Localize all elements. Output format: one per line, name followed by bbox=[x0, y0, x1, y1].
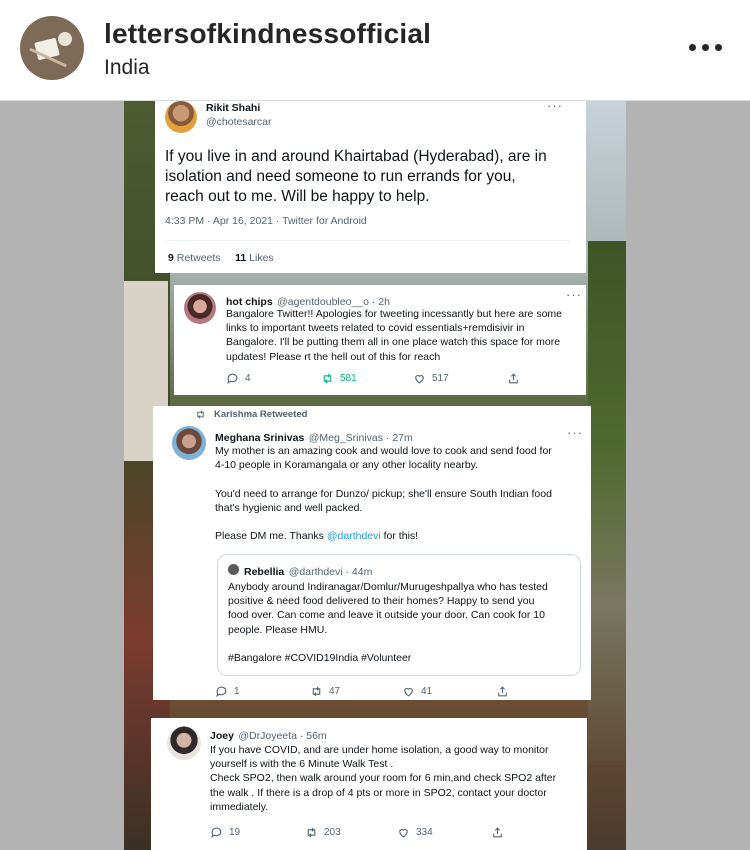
retweet-count[interactable]: 9 bbox=[168, 252, 174, 264]
reply-icon bbox=[227, 373, 238, 385]
like-icon bbox=[399, 829, 408, 838]
more-options-icon[interactable]: ··· bbox=[566, 287, 582, 302]
background-tree bbox=[588, 241, 626, 761]
tweet-card[interactable]: Rikit Shahi @chotesarcar ··· If you live… bbox=[155, 98, 586, 273]
tweet-text: Bangalore Twitter!! Apologies for tweeti… bbox=[226, 308, 562, 363]
avatar[interactable] bbox=[172, 426, 206, 460]
tweet-author-handle[interactable]: @DrJoyeeta · 56m bbox=[238, 730, 326, 742]
avatar[interactable] bbox=[165, 101, 197, 133]
more-options-icon[interactable]: ··· bbox=[567, 425, 583, 440]
reply-button[interactable]: 4 bbox=[226, 372, 321, 385]
retweet-button[interactable]: 203 bbox=[305, 826, 397, 839]
retweet-indicator: Karishma Retweeted bbox=[195, 409, 307, 420]
retweet-icon bbox=[323, 373, 332, 384]
tweet-actions: 19 203 334 bbox=[210, 826, 530, 839]
tweet-timestamp[interactable]: 4:33 PM · Apr 16, 2021 · Twitter for And… bbox=[165, 215, 367, 227]
like-count: 517 bbox=[432, 373, 449, 384]
tweet-author-name[interactable]: Meghana Srinivas bbox=[215, 432, 304, 444]
tweet-author-handle[interactable]: @chotesarcar bbox=[206, 116, 272, 128]
like-button[interactable]: 41 bbox=[402, 685, 496, 698]
quoted-tweet-header: Rebellia @darthdevi · 44m bbox=[244, 562, 372, 580]
reply-icon bbox=[216, 686, 227, 698]
reply-button[interactable]: 19 bbox=[210, 826, 305, 839]
quoted-author-name[interactable]: Rebellia bbox=[244, 566, 284, 578]
retweet-icon bbox=[197, 410, 204, 419]
divider bbox=[165, 240, 570, 241]
reply-count: 19 bbox=[229, 827, 241, 838]
mention-link[interactable]: @darthdevi bbox=[327, 530, 381, 542]
tweet-actions: 4 581 517 bbox=[226, 372, 546, 385]
like-button[interactable]: 517 bbox=[413, 372, 507, 385]
avatar[interactable] bbox=[228, 564, 239, 575]
retweeted-by[interactable]: Karishma Retweeted bbox=[214, 409, 307, 420]
quoted-tweet[interactable]: Rebellia @darthdevi · 44m Anybody around… bbox=[217, 554, 581, 676]
more-options-icon[interactable]: ··· bbox=[547, 98, 563, 113]
tweet-card[interactable]: hot chips @agentdoubleo__o · 2h ··· Bang… bbox=[174, 285, 586, 395]
tweet-author-name[interactable]: Rikit Shahi bbox=[206, 102, 260, 114]
share-button[interactable] bbox=[491, 826, 504, 839]
like-icon bbox=[404, 688, 413, 697]
tweet-card[interactable]: Joey @DrJoyeeta · 56m If you have COVID,… bbox=[151, 718, 587, 850]
retweet-count: 581 bbox=[340, 373, 357, 384]
retweet-button[interactable]: 47 bbox=[310, 685, 402, 698]
post-location[interactable]: India bbox=[104, 56, 150, 80]
reply-count: 4 bbox=[245, 373, 251, 384]
tweet-actions: 1 47 41 bbox=[215, 685, 535, 698]
like-count: 41 bbox=[421, 686, 433, 697]
share-icon bbox=[509, 373, 518, 384]
account-avatar[interactable] bbox=[20, 16, 84, 80]
quoted-tweet-text: Anybody around Indiranagar/Domlur/Muruge… bbox=[228, 581, 548, 665]
tweet-header: Joey @DrJoyeeta · 56m bbox=[210, 726, 327, 744]
share-button[interactable] bbox=[507, 372, 520, 385]
tweet-card[interactable]: Karishma Retweeted Meghana Srinivas @Meg… bbox=[153, 406, 591, 700]
share-button[interactable] bbox=[496, 685, 509, 698]
like-count: 334 bbox=[416, 827, 433, 838]
share-icon bbox=[493, 827, 502, 838]
like-button[interactable]: 334 bbox=[397, 826, 491, 839]
retweet-button[interactable]: 581 bbox=[321, 372, 413, 385]
reply-icon bbox=[211, 827, 222, 839]
retweets-label[interactable]: Retweets bbox=[177, 252, 221, 264]
tweet-text: My mother is an amazing cook and would l… bbox=[215, 444, 583, 543]
retweet-icon bbox=[312, 686, 321, 697]
tweet-text: If you have COVID, and are under home is… bbox=[210, 744, 557, 813]
retweet-icon bbox=[307, 827, 316, 838]
quoted-author-handle[interactable]: @darthdevi · 44m bbox=[289, 566, 373, 578]
avatar[interactable] bbox=[167, 726, 201, 760]
retweet-count: 47 bbox=[329, 686, 341, 697]
tweet-stats: 9 Retweets 11 Likes bbox=[168, 252, 274, 264]
retweet-count: 203 bbox=[324, 827, 341, 838]
reply-button[interactable]: 1 bbox=[215, 685, 310, 698]
likes-label[interactable]: Likes bbox=[249, 252, 274, 264]
like-count[interactable]: 11 bbox=[235, 252, 246, 264]
more-options-icon[interactable] bbox=[689, 44, 722, 51]
tweet-author-handle[interactable]: @Meg_Srinivas · 27m bbox=[309, 432, 413, 444]
reply-count: 1 bbox=[234, 686, 240, 697]
share-icon bbox=[498, 686, 507, 697]
avatar[interactable] bbox=[184, 292, 216, 324]
tweet-text-end: for this! bbox=[380, 530, 419, 543]
tweet-author-name[interactable]: Joey bbox=[210, 730, 234, 742]
tweet-text-main: My mother is an amazing cook and would l… bbox=[215, 445, 552, 543]
account-name[interactable]: lettersofkindnessofficial bbox=[104, 18, 431, 50]
post-header: lettersofkindnessofficial India bbox=[0, 0, 750, 101]
tweet-text: If you live in and around Khairtabad (Hy… bbox=[165, 148, 547, 205]
like-icon bbox=[415, 375, 424, 384]
